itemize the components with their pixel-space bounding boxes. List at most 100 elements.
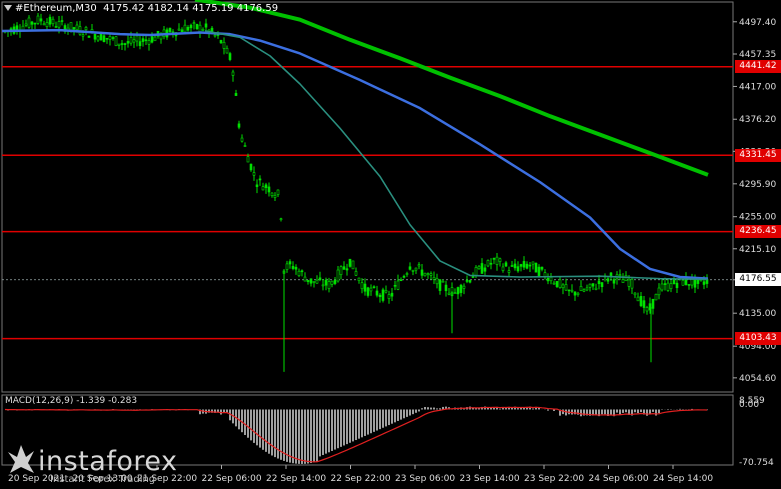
candle-body bbox=[258, 178, 262, 181]
chart-title[interactable]: #Ethereum,M30 4175.42 4182.14 4175.19 41… bbox=[4, 3, 278, 14]
candle-body bbox=[120, 43, 124, 45]
time-tick-label: 22 Sep 06:00 bbox=[202, 474, 262, 484]
macd-tick-label: -70.754 bbox=[739, 458, 774, 468]
candle-body bbox=[618, 274, 622, 276]
candle-body bbox=[96, 36, 100, 41]
candle-body bbox=[375, 290, 379, 296]
candle-body bbox=[303, 276, 307, 282]
candle-body bbox=[24, 23, 28, 26]
price-tick-label: 4054.60 bbox=[739, 374, 776, 384]
candle-body bbox=[273, 195, 277, 198]
price-tick-label: 4135.00 bbox=[739, 309, 776, 319]
candle-body bbox=[33, 22, 37, 25]
candle-body bbox=[30, 21, 34, 25]
candle-body bbox=[336, 269, 340, 282]
price-tick-label: 4295.90 bbox=[739, 180, 776, 190]
candle-body bbox=[645, 307, 649, 312]
candle-body bbox=[663, 283, 667, 285]
candle-body bbox=[462, 285, 466, 289]
candle-body bbox=[234, 93, 238, 96]
candle-body bbox=[285, 263, 289, 270]
candle-body bbox=[540, 266, 544, 270]
candle-body bbox=[126, 41, 130, 44]
candle-body bbox=[546, 277, 550, 282]
candle-body bbox=[435, 278, 439, 285]
time-tick-label: 24 Sep 06:00 bbox=[589, 474, 649, 484]
candle-body bbox=[516, 266, 520, 272]
ohlc-values: 4175.42 4182.14 4175.19 4176.59 bbox=[103, 3, 279, 14]
candle-body bbox=[219, 40, 223, 44]
candle-body bbox=[651, 298, 655, 309]
candle-body bbox=[567, 289, 571, 292]
candle-body bbox=[660, 283, 664, 291]
candle-body bbox=[498, 258, 502, 262]
candle-body bbox=[108, 36, 112, 40]
candle-body bbox=[654, 293, 658, 301]
candle-body bbox=[480, 263, 484, 274]
candle-body bbox=[192, 22, 196, 24]
candle-body bbox=[606, 278, 610, 282]
candle-body bbox=[252, 172, 256, 176]
current-price-tag: 4176.55 bbox=[735, 273, 781, 287]
candle-body bbox=[495, 256, 499, 265]
candle-body bbox=[639, 296, 643, 307]
candle-body bbox=[633, 292, 637, 296]
candle-body bbox=[255, 184, 259, 187]
candle-body bbox=[621, 279, 625, 283]
candle-body bbox=[552, 282, 556, 285]
candle-body bbox=[675, 282, 679, 289]
candle-body bbox=[534, 262, 538, 273]
candle-body bbox=[573, 291, 577, 296]
candle-body bbox=[441, 280, 445, 283]
candle-body bbox=[204, 23, 208, 28]
candle-body bbox=[387, 294, 391, 299]
candle-body bbox=[45, 22, 49, 27]
time-tick-label: 23 Sep 14:00 bbox=[460, 474, 520, 484]
candle-body bbox=[591, 283, 595, 287]
price-panel-frame bbox=[1, 1, 734, 393]
candle-body bbox=[525, 263, 529, 269]
candle-body bbox=[150, 36, 154, 43]
candle-body bbox=[390, 292, 394, 297]
candle-body bbox=[54, 26, 58, 28]
candle-body bbox=[570, 289, 574, 292]
candle-body bbox=[306, 280, 310, 282]
candle-body bbox=[297, 270, 301, 276]
candle-body bbox=[453, 292, 457, 294]
time-tick-label: 24 Sep 14:00 bbox=[653, 474, 713, 484]
candle-body bbox=[537, 266, 541, 277]
candle-body bbox=[465, 280, 469, 282]
macd-tick-label: 0.00 bbox=[739, 400, 759, 410]
candle-body bbox=[519, 264, 523, 267]
candle-body bbox=[102, 35, 106, 43]
candle-body bbox=[72, 27, 76, 30]
candle-body bbox=[111, 37, 115, 39]
candle-body bbox=[93, 33, 97, 40]
candle-body bbox=[381, 289, 385, 301]
candle-body bbox=[507, 270, 511, 273]
candle-body bbox=[486, 260, 490, 267]
candle-body bbox=[681, 279, 685, 286]
time-tick-label: 22 Sep 22:00 bbox=[331, 474, 391, 484]
candle-body bbox=[300, 270, 304, 273]
candle-body bbox=[402, 275, 406, 278]
candle-body bbox=[177, 28, 181, 31]
time-tick-label: 23 Sep 06:00 bbox=[395, 474, 455, 484]
level-price-tag: 4236.45 bbox=[735, 225, 781, 239]
candle-body bbox=[345, 268, 349, 271]
candle-body bbox=[366, 287, 370, 296]
candle-body bbox=[555, 280, 559, 287]
candle-body bbox=[123, 43, 127, 45]
moving-average-green bbox=[194, 0, 709, 177]
candle-body bbox=[612, 279, 616, 284]
candle-body bbox=[405, 273, 409, 275]
symbol-label: #Ethereum,M30 bbox=[15, 3, 97, 14]
chevron-down-icon[interactable] bbox=[4, 5, 12, 11]
candle-body bbox=[222, 41, 226, 49]
candle-body bbox=[264, 184, 268, 189]
candle-body bbox=[168, 27, 172, 33]
price-chart[interactable]: 4497.404457.354417.004376.204336.304295.… bbox=[0, 0, 781, 489]
candle-body bbox=[411, 270, 415, 272]
horizontal-levels[interactable] bbox=[2, 66, 733, 340]
candle-body bbox=[48, 16, 52, 25]
